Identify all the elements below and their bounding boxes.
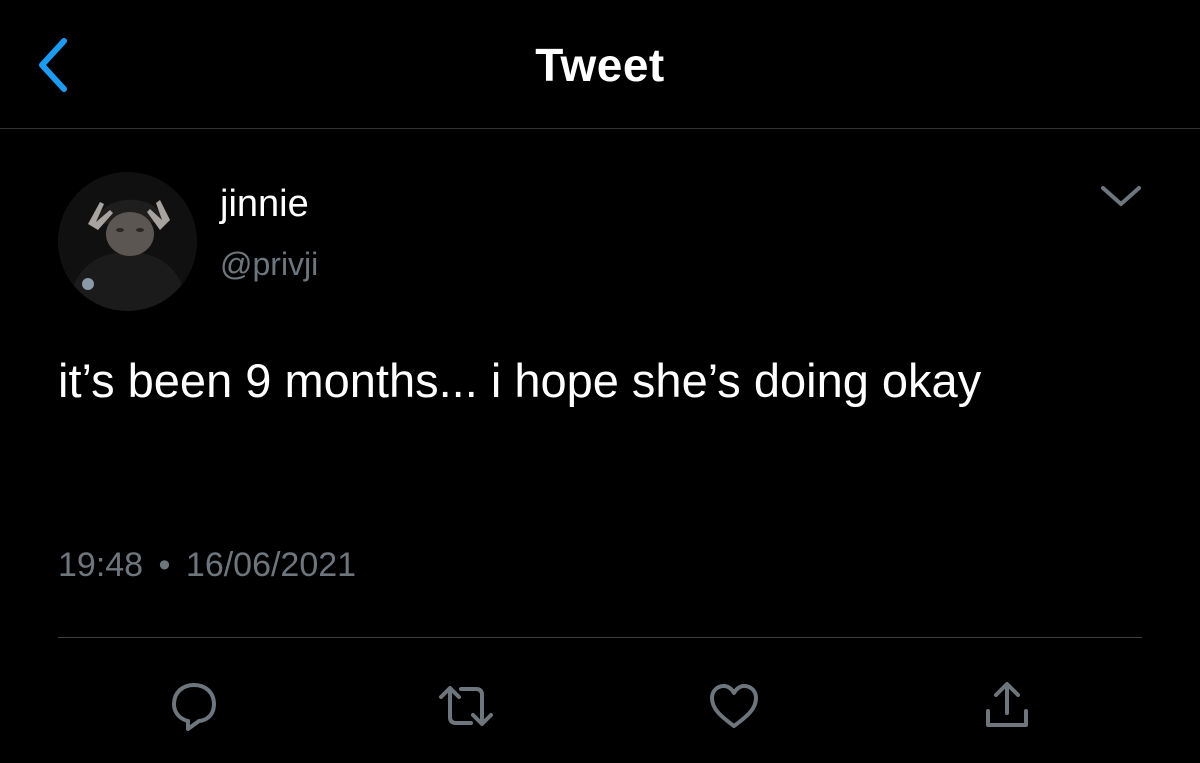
username-handle[interactable]: @privji (220, 246, 318, 283)
nav-bar: Tweet (0, 0, 1200, 129)
like-button[interactable] (704, 676, 764, 736)
meta-separator: • (158, 546, 171, 584)
retweet-button[interactable] (436, 676, 496, 736)
share-button[interactable] (977, 676, 1037, 736)
reply-button[interactable] (164, 676, 224, 736)
share-icon (986, 682, 1028, 727)
page-title: Tweet (535, 39, 665, 91)
divider (58, 637, 1142, 638)
tweet-timestamp[interactable]: 19:48 • 16/06/2021 (58, 546, 356, 585)
retweet-icon (439, 686, 493, 726)
avatar[interactable] (58, 172, 197, 311)
tweet-text: it’s been 9 months... i hope she’s doing… (58, 354, 982, 407)
tweet-date: 16/06/2021 (185, 546, 357, 584)
tweet-time: 19:48 (58, 546, 144, 584)
reply-icon (172, 683, 216, 731)
avatar-image (58, 172, 197, 311)
heart-icon (710, 684, 758, 728)
more-options-button[interactable] (1096, 176, 1146, 216)
chevron-down-icon (1101, 186, 1141, 206)
display-name[interactable]: jinnie (220, 183, 309, 226)
